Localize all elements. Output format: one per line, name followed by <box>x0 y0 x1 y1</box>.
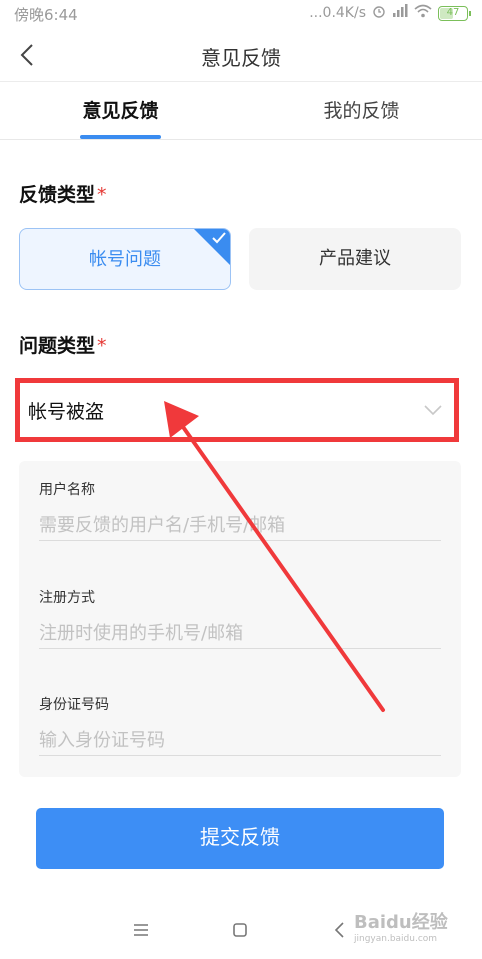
status-time: 傍晚6:44 <box>14 6 78 24</box>
checkmark-icon <box>212 232 226 244</box>
issue-type-value: 帐号被盗 <box>28 400 105 423</box>
id-number-label: 身份证号码 <box>39 697 109 713</box>
username-input[interactable] <box>39 511 441 541</box>
alarm-icon <box>372 4 386 22</box>
menu-icon <box>134 924 148 936</box>
required-mark: * <box>97 335 107 357</box>
issue-type-select[interactable]: 帐号被盗 <box>24 387 450 433</box>
register-method-label: 注册方式 <box>39 590 95 606</box>
tab-my-feedback[interactable]: 我的反馈 <box>241 82 482 140</box>
watermark-url: jingyan.baidu.com <box>354 934 438 944</box>
username-label: 用户名称 <box>39 482 95 498</box>
battery-icon: 47 <box>438 5 471 21</box>
feedback-type-heading: 反馈类型 * <box>19 180 107 207</box>
home-button[interactable] <box>226 916 254 944</box>
issue-type-heading: 问题类型 * <box>19 331 107 358</box>
back-triangle-icon <box>334 922 344 938</box>
highlight-box: 帐号被盗 <box>15 378 459 442</box>
page-title: 意见反馈 <box>201 46 281 70</box>
issue-type-label: 问题类型 <box>19 335 96 357</box>
wifi-icon <box>414 4 432 22</box>
watermark-brand: Baidu经验 <box>354 912 448 933</box>
menu-button[interactable] <box>127 916 155 944</box>
network-speed: ...0.4K/s <box>309 5 366 21</box>
tab-feedback[interactable]: 意见反馈 <box>0 82 241 140</box>
account-info-form: 用户名称 注册方式 身份证号码 <box>19 461 461 777</box>
tab-bar: 意见反馈 我的反馈 <box>0 82 482 140</box>
id-number-input[interactable] <box>39 726 441 756</box>
id-number-field: 身份证号码 <box>39 694 441 756</box>
active-tab-indicator <box>80 135 161 139</box>
option-product-suggestion-label: 产品建议 <box>319 248 391 269</box>
required-mark: * <box>97 184 107 206</box>
register-method-field: 注册方式 <box>39 587 441 649</box>
chevron-down-icon <box>424 401 442 420</box>
feedback-type-label: 反馈类型 <box>19 184 96 206</box>
option-product-suggestion[interactable]: 产品建议 <box>249 228 461 290</box>
baidu-watermark: Baidu经验 jingyan.baidu.com <box>354 908 464 948</box>
status-icons: ...0.4K/s 47 <box>309 4 471 22</box>
signal-icon <box>392 4 408 22</box>
option-account-issue-label: 帐号问题 <box>89 249 161 270</box>
username-field: 用户名称 <box>39 479 441 541</box>
system-back-button[interactable] <box>326 916 354 944</box>
home-icon <box>233 923 247 937</box>
nav-bar: 意见反馈 <box>0 28 482 82</box>
submit-button[interactable]: 提交反馈 <box>36 808 444 869</box>
register-method-input[interactable] <box>39 619 441 649</box>
battery-level: 47 <box>446 6 460 18</box>
option-account-issue[interactable]: 帐号问题 <box>19 228 231 290</box>
status-bar: 傍晚6:44 ...0.4K/s 47 <box>0 0 482 28</box>
